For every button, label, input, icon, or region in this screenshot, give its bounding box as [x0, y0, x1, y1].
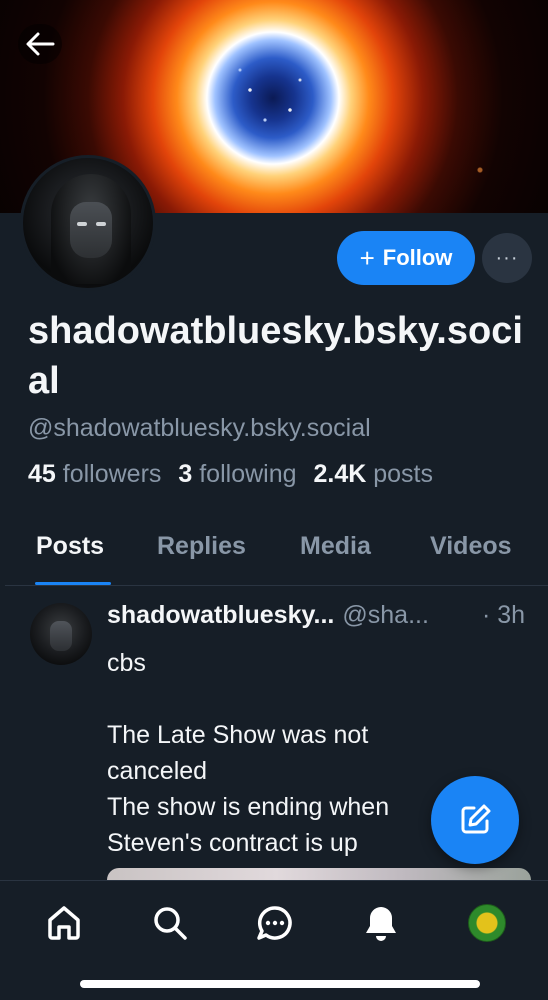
following-stat[interactable]: 3 following	[178, 460, 296, 488]
tab-media[interactable]: Media	[300, 532, 371, 561]
divider	[5, 585, 548, 586]
ellipsis-icon: ···	[495, 246, 519, 269]
post-author: shadowatbluesky...	[107, 601, 335, 629]
nav-notifications[interactable]	[359, 901, 403, 945]
post-line: The Late Show was not canceled	[107, 721, 369, 785]
follow-button[interactable]: + Follow	[337, 231, 475, 285]
profile-avatar[interactable]	[20, 155, 156, 291]
post-text[interactable]: cbs The Late Show was not canceled The s…	[107, 645, 447, 861]
post-timestamp: · 3h	[482, 601, 526, 629]
nav-home[interactable]	[42, 901, 86, 945]
search-icon	[154, 907, 187, 940]
profile-screen: + Follow ··· shadowatbluesky.bsky.social…	[0, 0, 548, 1000]
profile-avatar-small	[468, 904, 506, 942]
home-icon	[48, 906, 80, 940]
compose-icon	[461, 804, 491, 834]
nav-chat[interactable]	[253, 901, 297, 945]
post-handle: @sha...	[342, 601, 429, 629]
posts-stat: 2.4K posts	[313, 460, 433, 488]
nav-search[interactable]	[148, 901, 192, 945]
compose-button[interactable]	[431, 776, 519, 864]
back-button[interactable]	[18, 24, 62, 64]
followers-stat[interactable]: 45 followers	[28, 460, 161, 488]
post-line: cbs	[107, 649, 146, 677]
home-indicator	[80, 980, 480, 988]
post-line: The show is ending when Steven's contrac…	[107, 793, 390, 857]
follow-label: Follow	[382, 245, 453, 270]
post-header[interactable]: shadowatbluesky... @sha...	[107, 601, 429, 630]
chat-icon	[257, 906, 292, 940]
profile-stats: 45 followers 3 following 2.4K posts	[28, 460, 433, 489]
more-options-button[interactable]: ···	[482, 233, 532, 283]
display-name: shadowatbluesky.bsky.social	[28, 310, 523, 402]
tab-videos[interactable]: Videos	[430, 532, 512, 561]
profile-tabs: Posts Replies Media Videos	[0, 520, 548, 586]
bell-icon	[366, 907, 396, 941]
post-line	[107, 681, 447, 717]
nav-profile[interactable]	[465, 901, 509, 945]
plus-icon: +	[359, 243, 375, 273]
post-avatar[interactable]	[30, 603, 92, 665]
tab-posts[interactable]: Posts	[36, 532, 104, 561]
arrow-left-icon	[26, 32, 55, 56]
tab-replies[interactable]: Replies	[157, 532, 246, 561]
profile-handle: @shadowatbluesky.bsky.social	[28, 414, 371, 442]
